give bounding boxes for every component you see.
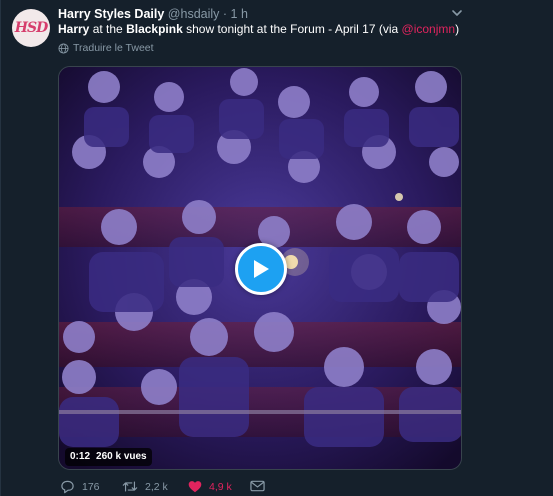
like-button[interactable]: 4,9 k: [188, 480, 232, 493]
reply-button[interactable]: 176: [60, 480, 100, 494]
translate-tweet-link[interactable]: Traduire le Tweet: [58, 42, 154, 54]
tweet-actions: 176 2,2 k 4,9 k: [60, 480, 300, 496]
heart-icon: [188, 481, 202, 493]
direct-message-button[interactable]: [250, 480, 265, 492]
mention-link[interactable]: @iconjmn: [402, 22, 456, 36]
translate-label: Traduire le Tweet: [73, 42, 154, 54]
author-handle[interactable]: @hsdaily: [168, 7, 220, 21]
retweet-button[interactable]: 2,2 k: [122, 480, 168, 493]
meta-separator: ·: [222, 7, 228, 21]
message-icon: [250, 480, 265, 492]
avatar[interactable]: HSD: [12, 9, 50, 47]
tweet-text-part-3: ): [455, 22, 460, 36]
keyword-blackpink: Blackpink: [126, 22, 183, 36]
retweet-icon: [122, 481, 138, 492]
tweet-text-part-2: show tonight at the Forum - April 17 (vi…: [182, 22, 402, 36]
video-player[interactable]: 0:12 260 k vues: [58, 66, 462, 470]
retweet-count: 2,2 k: [145, 480, 168, 493]
reply-icon: [61, 480, 74, 494]
reply-count: 176: [82, 481, 100, 493]
tweet-text: Harry at the Blackpink show tonight at t…: [58, 22, 459, 37]
timeline-divider: [0, 0, 1, 496]
video-view-count: 260 k vues: [96, 451, 147, 462]
video-stats-badge: 0:12 260 k vues: [65, 448, 152, 466]
tweet-header: Harry Styles Daily @hsdaily · 1 h: [58, 6, 248, 22]
like-count: 4,9 k: [209, 480, 232, 493]
keyword-harry: Harry: [58, 22, 90, 36]
tweet-timestamp[interactable]: 1 h: [231, 7, 248, 21]
play-icon: [254, 260, 269, 278]
chevron-down-icon[interactable]: [449, 5, 465, 21]
tweet-text-part-1: at the: [89, 22, 127, 36]
video-duration: 0:12: [70, 451, 91, 462]
avatar-logo-text: HSD: [14, 20, 48, 36]
tweet-card[interactable]: HSD Harry Styles Daily @hsdaily · 1 h Ha…: [0, 0, 553, 496]
globe-icon: [58, 42, 69, 54]
author-display-name[interactable]: Harry Styles Daily: [58, 7, 164, 21]
play-button[interactable]: [235, 243, 287, 295]
